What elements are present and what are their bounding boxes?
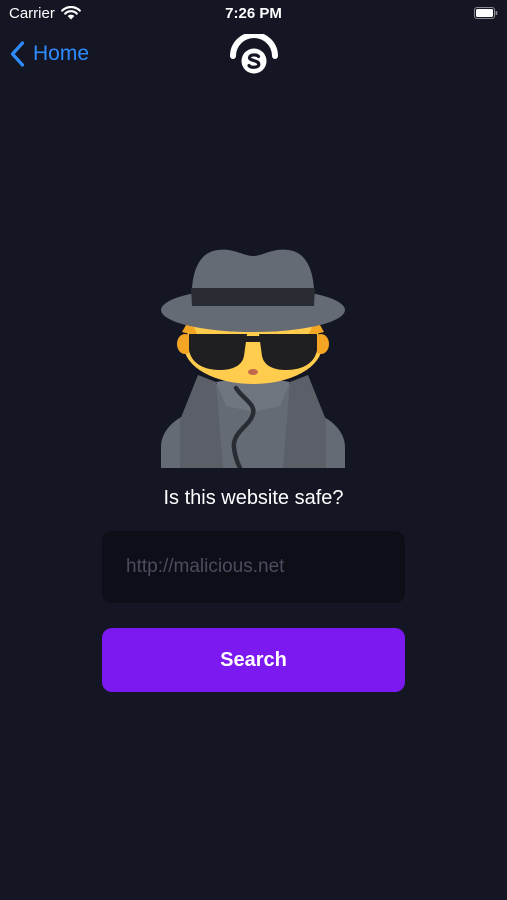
url-input[interactable]: [102, 531, 405, 603]
navigation-bar: Home: [0, 28, 507, 80]
app-logo-icon: [230, 34, 278, 74]
back-button-label: Home: [33, 42, 90, 65]
chevron-left-icon: [10, 41, 25, 67]
status-bar: Carrier 7:26 PM: [0, 0, 507, 28]
back-button[interactable]: Home: [10, 40, 89, 68]
status-time: 7:26 PM: [225, 5, 282, 22]
search-button[interactable]: Search: [102, 628, 405, 692]
spy-detective-icon: [161, 249, 345, 468]
battery-icon: [474, 7, 498, 19]
headline: Is this website safe?: [163, 487, 344, 509]
